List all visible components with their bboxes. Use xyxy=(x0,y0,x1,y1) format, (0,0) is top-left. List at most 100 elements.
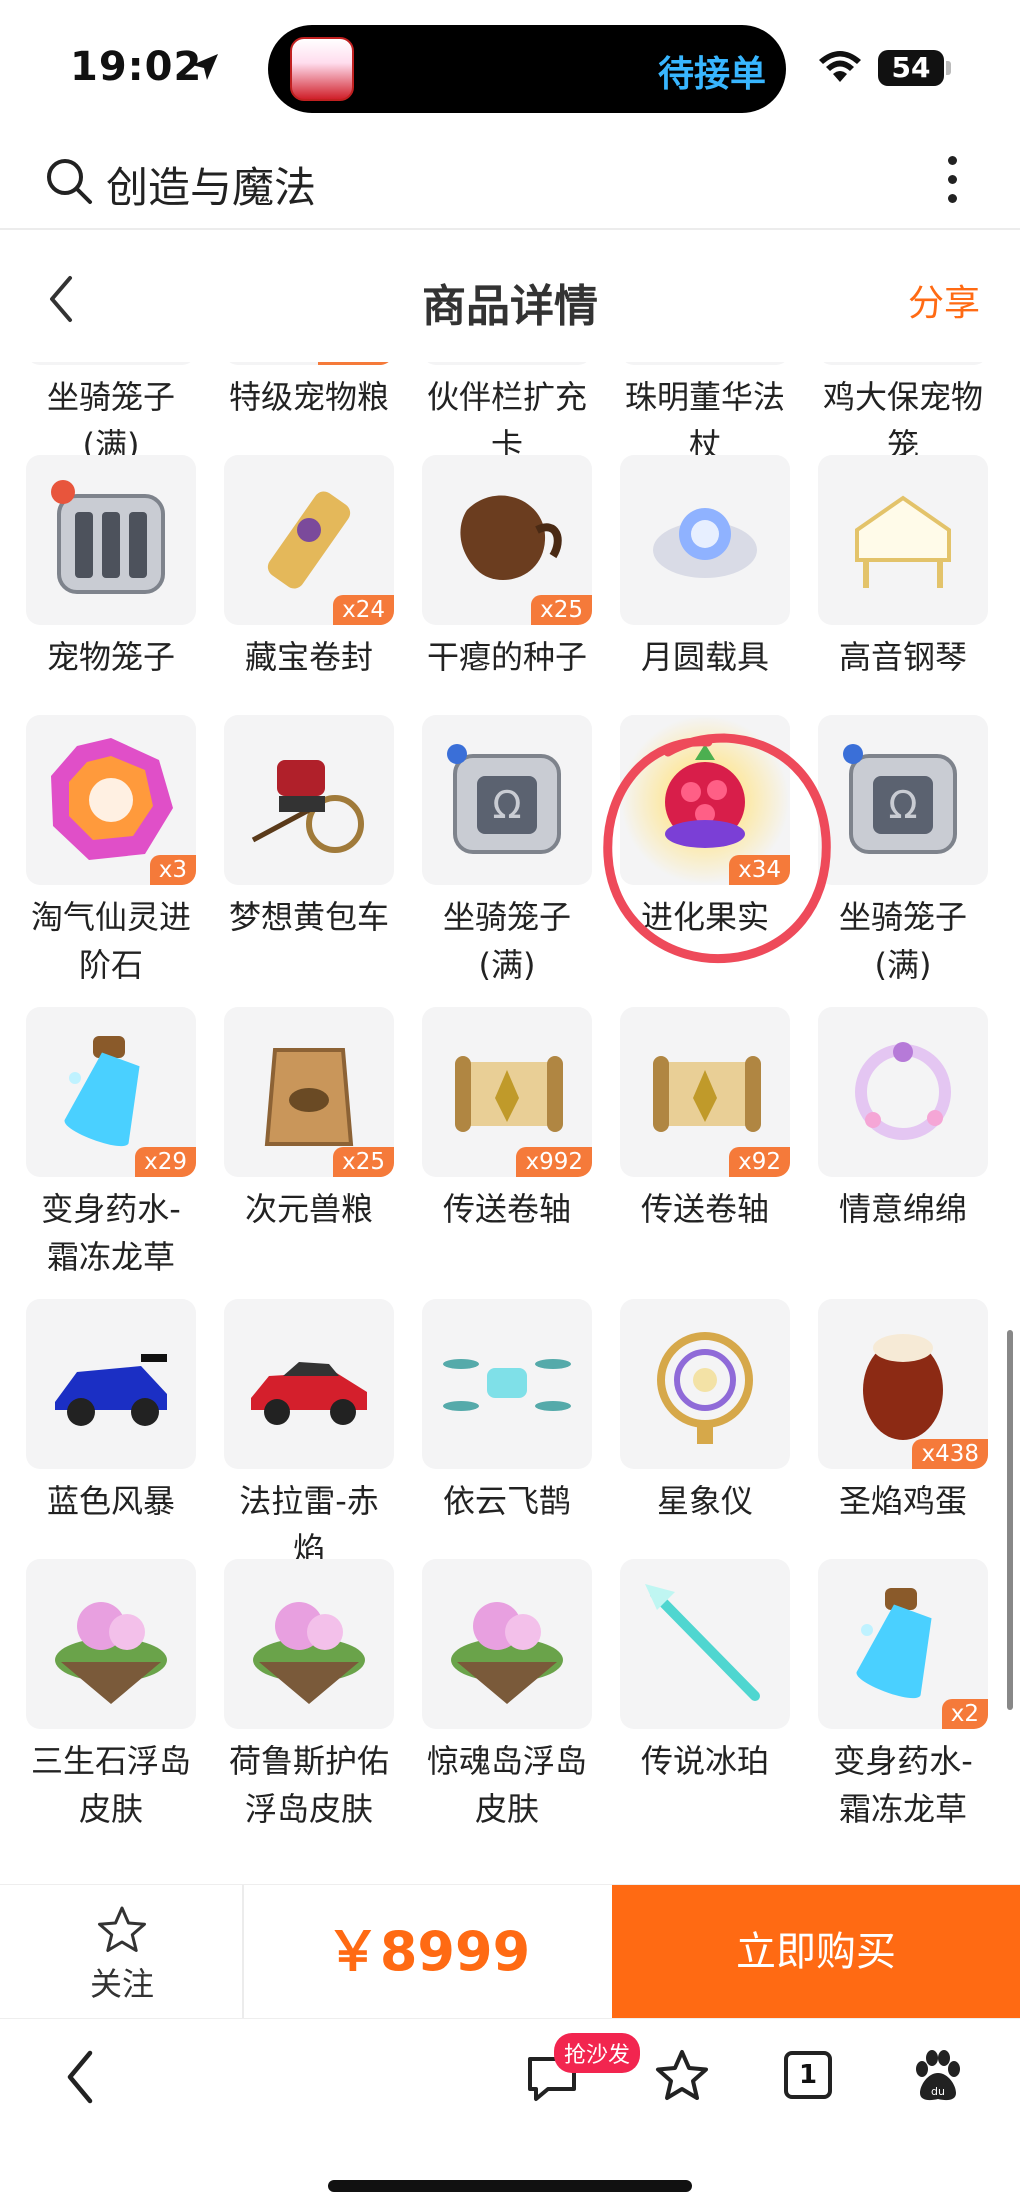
item-card[interactable]: 荷鲁斯护佑 浮岛皮肤 xyxy=(224,1559,394,1851)
quantity-badge: x25 xyxy=(531,595,592,625)
item-label: 星象仪 xyxy=(656,1482,753,1520)
item-thumbnail[interactable]: x92 xyxy=(620,1007,790,1177)
item-label: 特级宠物粮 xyxy=(228,378,389,416)
item-card[interactable]: 宠物笼子 xyxy=(26,455,196,715)
item-card[interactable]: x29 变身药水- 霜冻龙草 xyxy=(26,1007,196,1299)
item-card[interactable]: 蓝色风暴 xyxy=(26,1299,196,1559)
item-card[interactable]: 坐骑笼子 (满) xyxy=(26,362,196,464)
item-thumbnail[interactable] xyxy=(620,1299,790,1469)
more-icon[interactable] xyxy=(948,156,958,206)
item-thumbnail[interactable] xyxy=(620,455,790,625)
item-thumbnail[interactable] xyxy=(26,362,196,365)
item-thumbnail[interactable] xyxy=(26,455,196,625)
item-card[interactable]: 珠明董华法 杖 xyxy=(620,362,790,464)
price: ￥8999 xyxy=(325,1920,531,1983)
item-grid: 坐骑笼子 (满) x766 特级宠物粮伙伴栏扩充 卡珠明董华法 杖鸡大保宠物 笼宠物… xyxy=(26,362,1006,1851)
item-thumbnail[interactable]: x29 xyxy=(26,1007,196,1177)
item-thumbnail[interactable]: Ω xyxy=(818,715,988,885)
item-thumbnail[interactable] xyxy=(818,1007,988,1177)
favorite-icon[interactable] xyxy=(654,2049,710,2103)
quantity-badge: x2 xyxy=(941,1699,988,1729)
item-card[interactable]: x24 藏宝卷封 xyxy=(224,455,394,715)
browser-back-icon[interactable] xyxy=(62,2047,98,2107)
item-card[interactable]: x766 特级宠物粮 xyxy=(224,362,394,455)
item-label: 月圆载具 xyxy=(640,638,769,676)
item-card[interactable]: 传说冰珀 xyxy=(620,1559,790,1851)
item-card[interactable]: 依云飞鹊 xyxy=(422,1299,592,1559)
item-thumbnail[interactable] xyxy=(620,1559,790,1729)
status-time: 19:02 xyxy=(70,44,203,90)
item-card[interactable]: Ω 坐骑笼子 (满) xyxy=(422,715,592,1007)
mount-cage-icon: Ω xyxy=(843,744,957,854)
item-thumbnail[interactable]: x992 xyxy=(422,1007,592,1177)
scrollbar[interactable] xyxy=(1007,1330,1013,1710)
quantity-badge: x29 xyxy=(135,1147,196,1177)
item-thumbnail[interactable]: x34 xyxy=(620,715,790,885)
item-label: 坐骑笼子 (满) xyxy=(838,898,967,984)
buy-now-button[interactable]: 立即购买 xyxy=(612,1885,1020,2019)
pet-cage-icon xyxy=(51,480,165,594)
item-card[interactable]: x92 传送卷轴 xyxy=(620,1007,790,1299)
quantity-badge: x438 xyxy=(912,1439,988,1469)
share-button[interactable]: 分享 xyxy=(908,274,980,326)
item-thumbnail[interactable]: x766 xyxy=(224,362,394,365)
item-thumbnail[interactable] xyxy=(818,362,988,365)
item-card[interactable]: 伙伴栏扩充 卡 xyxy=(422,362,592,464)
baidu-paw-icon[interactable]: du xyxy=(910,2049,966,2105)
item-thumbnail[interactable] xyxy=(26,1299,196,1469)
item-card[interactable]: 梦想黄包车 xyxy=(224,715,394,1007)
item-grid-viewport[interactable]: 坐骑笼子 (满) x766 特级宠物粮伙伴栏扩充 卡珠明董华法 杖鸡大保宠物 笼宠物… xyxy=(0,362,1020,1884)
piano-icon xyxy=(855,495,951,588)
item-thumbnail[interactable]: x2 xyxy=(818,1559,988,1729)
item-label: 干瘪的种子 xyxy=(426,638,587,676)
item-thumbnail[interactable] xyxy=(422,1299,592,1469)
item-thumbnail[interactable]: x438 xyxy=(818,1299,988,1469)
item-label: 传送卷轴 xyxy=(442,1190,571,1228)
item-thumbnail[interactable] xyxy=(422,362,592,365)
quantity-badge: x24 xyxy=(333,595,394,625)
item-card[interactable]: x25 次元兽粮 xyxy=(224,1007,394,1299)
item-card[interactable]: 三生石浮岛 皮肤 xyxy=(26,1559,196,1851)
item-card[interactable]: 情意绵绵 xyxy=(818,1007,988,1299)
follow-button[interactable]: 关注 xyxy=(0,1885,244,2019)
item-card[interactable]: 鸡大保宠物 笼 xyxy=(818,362,988,464)
item-card[interactable]: Ω 坐骑笼子 (满) xyxy=(818,715,988,1007)
item-card[interactable]: x25 干瘪的种子 xyxy=(422,455,592,715)
item-label: 传送卷轴 xyxy=(640,1190,769,1228)
item-card[interactable]: x3 淘气仙灵进 阶石 xyxy=(26,715,196,1007)
search-query[interactable]: 创造与魔法 xyxy=(106,154,316,215)
item-thumbnail[interactable] xyxy=(422,1559,592,1729)
item-thumbnail[interactable] xyxy=(224,1559,394,1729)
item-label: 变身药水- 霜冻龙草 xyxy=(833,1742,973,1828)
search-bar[interactable]: 创造与魔法 xyxy=(0,130,1020,230)
item-thumbnail[interactable] xyxy=(224,1299,394,1469)
item-thumbnail[interactable]: x3 xyxy=(26,715,196,885)
item-card[interactable]: 高音钢琴 xyxy=(818,455,988,715)
seed-icon xyxy=(460,495,562,580)
item-thumbnail[interactable]: x24 xyxy=(224,455,394,625)
item-card[interactable]: x438 圣焰鸡蛋 xyxy=(818,1299,988,1559)
follow-label: 关注 xyxy=(89,1965,154,2003)
dynamic-island[interactable]: 待接单 xyxy=(268,25,786,113)
item-thumbnail[interactable] xyxy=(224,715,394,885)
item-thumbnail[interactable]: x25 xyxy=(224,1007,394,1177)
item-label: 宠物笼子 xyxy=(46,638,175,676)
item-card[interactable]: x34 进化果实 xyxy=(620,715,790,1007)
item-label: 三生石浮岛 皮肤 xyxy=(30,1742,191,1828)
item-thumbnail[interactable] xyxy=(620,362,790,365)
item-card[interactable]: x2 变身药水- 霜冻龙草 xyxy=(818,1559,988,1851)
item-card[interactable]: 法拉雷-赤 焰 xyxy=(224,1299,394,1568)
tab-count-button[interactable]: 1 xyxy=(784,2051,832,2099)
item-card[interactable]: x992 传送卷轴 xyxy=(422,1007,592,1299)
item-thumbnail[interactable]: x25 xyxy=(422,455,592,625)
item-card[interactable]: 惊魂岛浮岛 皮肤 xyxy=(422,1559,592,1851)
quantity-badge: x992 xyxy=(516,1147,592,1177)
item-thumbnail[interactable]: Ω xyxy=(422,715,592,885)
item-card[interactable]: 星象仪 xyxy=(620,1299,790,1559)
item-card[interactable]: 月圆载具 xyxy=(620,455,790,715)
item-thumbnail[interactable] xyxy=(26,1559,196,1729)
home-indicator[interactable] xyxy=(328,2180,692,2192)
item-thumbnail[interactable] xyxy=(818,455,988,625)
battery-indicator: 54 xyxy=(878,50,944,86)
location-arrow-icon xyxy=(192,54,218,80)
